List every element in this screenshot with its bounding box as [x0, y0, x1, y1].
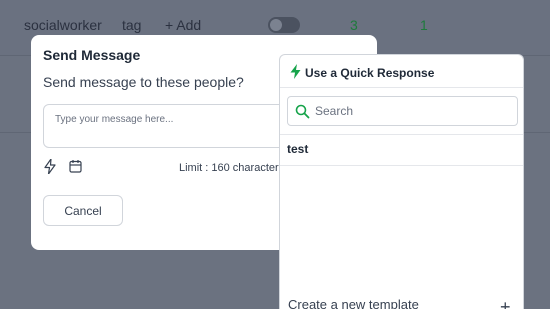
quick-response-title: Use a Quick Response — [305, 66, 435, 80]
bg-cell-count-b: 1 — [420, 17, 428, 33]
character-limit: Limit : 160 character — [179, 162, 279, 174]
bolt-icon — [290, 64, 301, 79]
bg-cell-count-a: 3 — [350, 17, 358, 33]
bg-cell-add: + Add — [165, 17, 202, 33]
bg-toggle — [268, 17, 300, 33]
search-input[interactable] — [315, 97, 515, 125]
create-template-link[interactable]: Create a new template — [288, 297, 419, 309]
bg-cell-tag: tag — [122, 17, 142, 33]
calendar-icon[interactable] — [69, 159, 82, 173]
modal-title: Send Message — [43, 47, 141, 63]
cancel-button[interactable]: Cancel — [43, 195, 123, 226]
modal-subtitle: Send message to these people? — [43, 74, 244, 90]
divider — [280, 134, 523, 135]
quick-response-search — [287, 96, 518, 126]
search-icon — [295, 104, 310, 119]
quick-response-item[interactable]: test — [287, 142, 308, 156]
plus-icon[interactable]: + — [500, 297, 511, 309]
divider — [280, 165, 523, 166]
bg-cell-name: socialworker — [24, 17, 102, 33]
quick-response-panel: Use a Quick Response test Create a new t… — [279, 54, 524, 309]
bolt-icon[interactable] — [44, 159, 56, 174]
quick-response-header: Use a Quick Response — [280, 55, 523, 88]
